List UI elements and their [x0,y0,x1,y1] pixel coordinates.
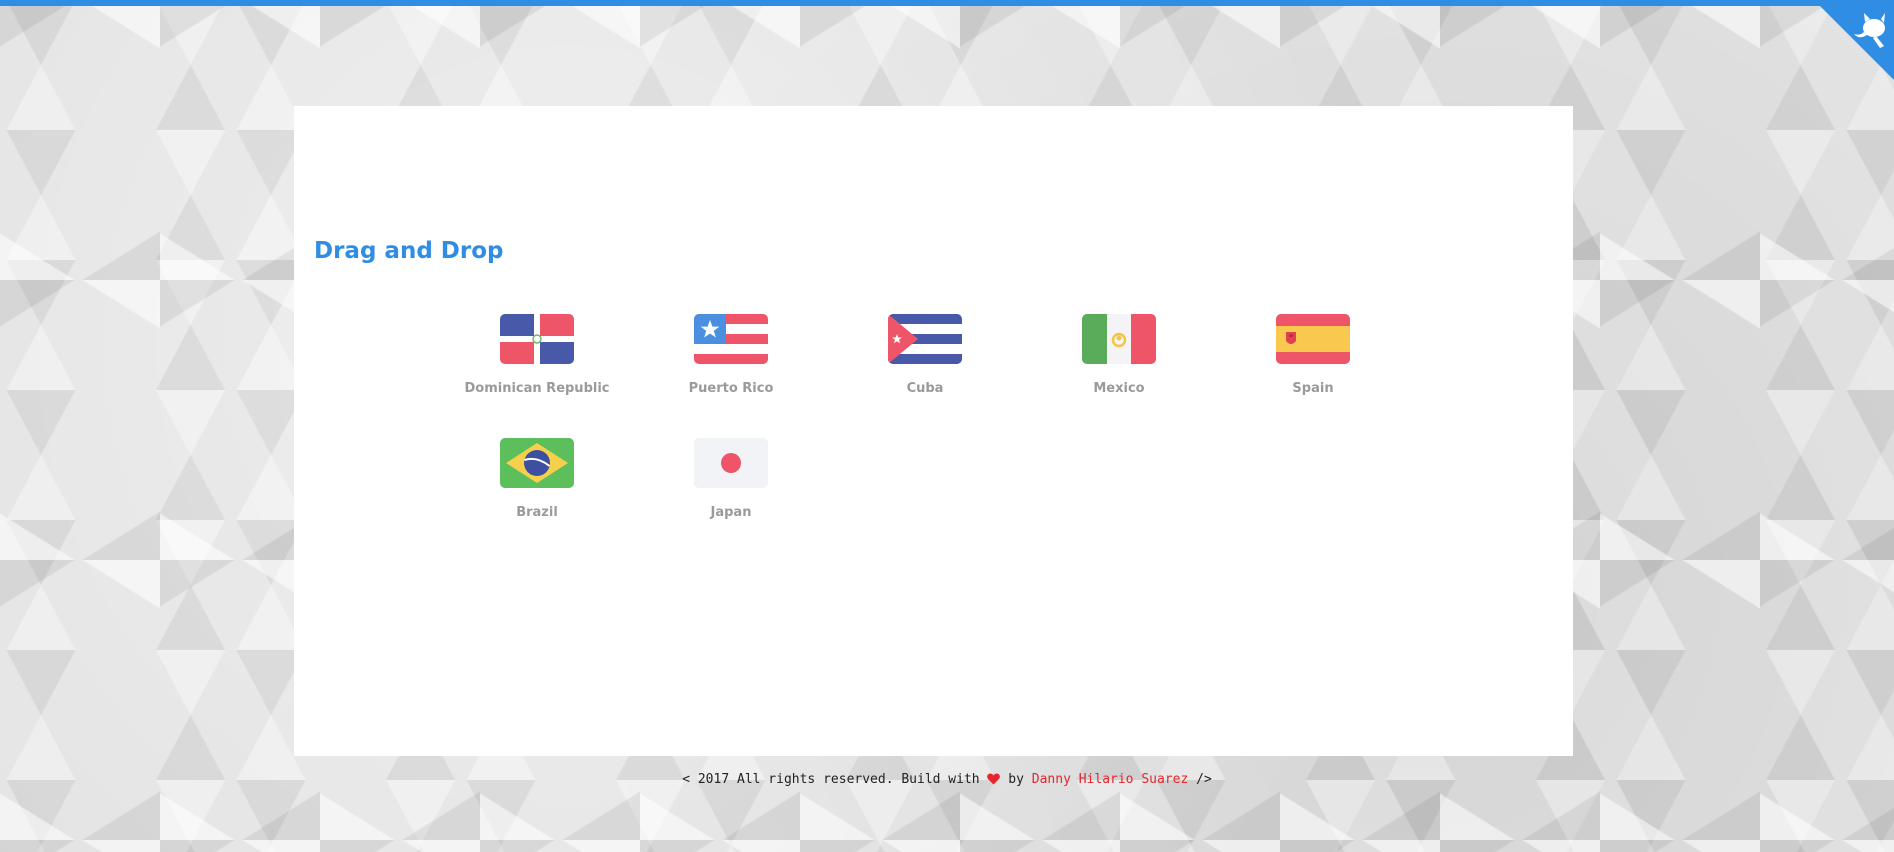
japan-flag-icon [694,438,768,488]
footer-suffix: /> [1196,772,1212,787]
country-label: Dominican Republic [464,381,610,396]
main-card: Drag and Drop Dominican Republic Puerto … [294,106,1573,756]
github-corner-link[interactable] [1814,0,1894,80]
heart-icon [987,773,1001,789]
footer: < 2017 All rights reserved. Build with b… [0,772,1894,789]
country-item-cuba[interactable]: Cuba [828,314,1022,416]
github-octocat-icon [1814,0,1894,80]
page-title: Drag and Drop [314,238,504,264]
country-label: Japan [710,505,752,520]
puerto-rico-flag-icon [694,314,768,364]
cuba-flag-icon [888,314,962,364]
author-link[interactable]: Danny Hilario Suarez [1032,772,1189,787]
country-label: Brazil [516,505,558,520]
country-item-mexico[interactable]: Mexico [1022,314,1216,416]
country-label: Mexico [1093,381,1145,396]
brazil-flag-icon [500,438,574,488]
top-accent-bar [0,0,1894,6]
country-item-dominican-republic[interactable]: Dominican Republic [440,314,634,416]
spain-flag-icon [1276,314,1350,364]
country-item-japan[interactable]: Japan [634,438,828,540]
country-item-puerto-rico[interactable]: Puerto Rico [634,314,828,416]
country-label: Cuba [906,381,944,396]
country-label: Puerto Rico [688,381,774,396]
country-item-spain[interactable]: Spain [1216,314,1410,416]
country-label: Spain [1292,381,1334,396]
country-grid: Dominican Republic Puerto Rico Cuba Mexi… [440,314,1410,540]
footer-prefix: < 2017 All rights reserved. Build with [682,772,980,787]
footer-by: by [1008,772,1024,787]
country-item-brazil[interactable]: Brazil [440,438,634,540]
mexico-flag-icon [1082,314,1156,364]
dominican-republic-flag-icon [500,314,574,364]
